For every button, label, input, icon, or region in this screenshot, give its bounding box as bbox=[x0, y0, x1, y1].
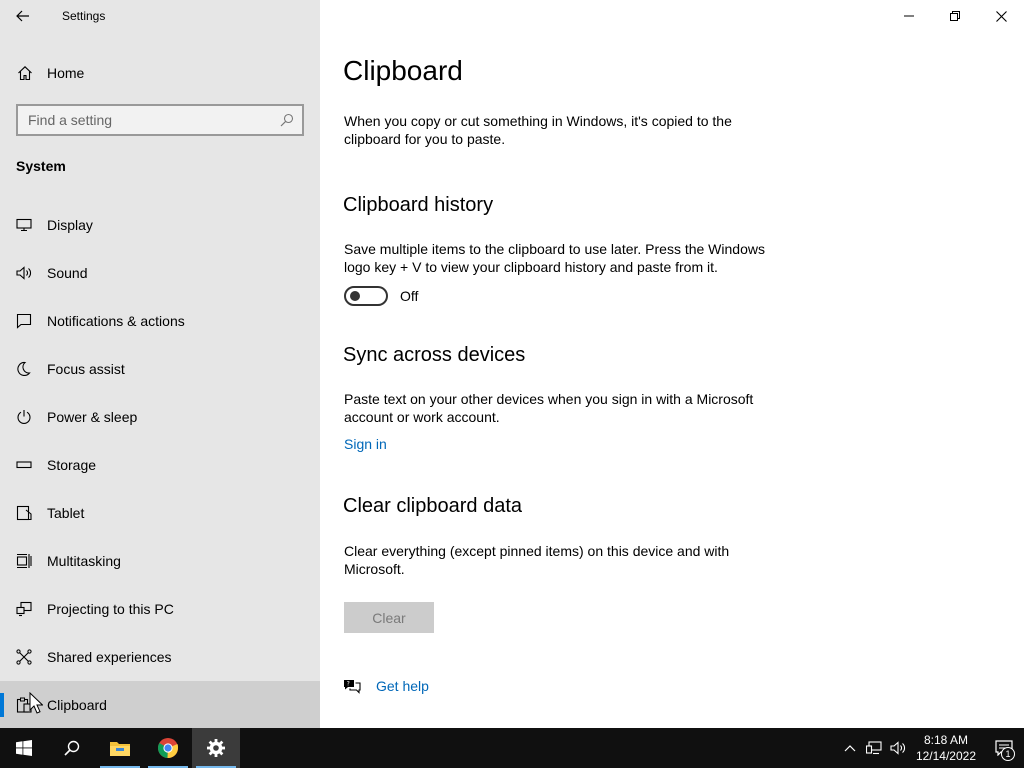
sidebar-item-label: Shared experiences bbox=[47, 649, 172, 665]
svg-text:?: ? bbox=[347, 681, 350, 688]
display-icon bbox=[15, 216, 33, 234]
mouse-cursor-icon bbox=[29, 692, 43, 714]
sidebar-item-projecting[interactable]: Projecting to this PC bbox=[0, 585, 320, 633]
sidebar-item-storage[interactable]: Storage bbox=[0, 441, 320, 489]
sidebar-item-shared-experiences[interactable]: Shared experiences bbox=[0, 633, 320, 681]
page-title: Clipboard bbox=[343, 55, 463, 86]
get-help-link[interactable]: ? Get help bbox=[342, 676, 429, 696]
home-icon bbox=[17, 65, 33, 81]
sign-in-link[interactable]: Sign in bbox=[344, 436, 387, 452]
get-help-label: Get help bbox=[376, 678, 429, 694]
clock-time: 8:18 AM bbox=[923, 733, 968, 747]
sync-description: Paste text on your other devices when yo… bbox=[344, 391, 754, 425]
sidebar-item-clipboard[interactable]: Clipboard bbox=[0, 681, 320, 729]
sidebar-item-label: Home bbox=[47, 65, 85, 81]
search-box[interactable] bbox=[16, 104, 304, 136]
sidebar-item-label: Sound bbox=[47, 265, 88, 281]
sidebar-item-label: Focus assist bbox=[47, 361, 125, 377]
system-tray: 8:18 AM 12/14/2022 1 bbox=[838, 728, 1024, 768]
search-input[interactable] bbox=[28, 112, 272, 128]
restore-button[interactable] bbox=[932, 0, 978, 32]
notifications-icon bbox=[15, 312, 33, 330]
settings-button[interactable] bbox=[192, 728, 240, 768]
sidebar-item-home[interactable]: Home bbox=[0, 55, 320, 91]
help-chat-icon: ? bbox=[342, 676, 362, 696]
chevron-up-icon bbox=[844, 745, 856, 752]
section-title: System bbox=[16, 158, 66, 174]
start-button[interactable] bbox=[0, 728, 48, 768]
app-title: Settings bbox=[62, 9, 106, 23]
action-center-button[interactable]: 1 bbox=[984, 728, 1024, 768]
taskbar: 8:18 AM 12/14/2022 1 bbox=[0, 728, 1024, 768]
sidebar-item-label: Clipboard bbox=[47, 697, 107, 713]
intro-text: When you copy or cut something in Window… bbox=[344, 113, 732, 147]
power-icon bbox=[15, 408, 33, 426]
sidebar-item-label: Multitasking bbox=[47, 553, 121, 569]
sidebar-item-tablet[interactable]: Tablet bbox=[0, 489, 320, 537]
projecting-icon bbox=[15, 600, 33, 618]
clear-button[interactable]: Clear bbox=[344, 602, 434, 633]
network-icon bbox=[865, 741, 882, 755]
sidebar: Settings Home System Display Sound bbox=[0, 0, 320, 729]
clipboard-history-toggle[interactable] bbox=[344, 286, 388, 306]
file-explorer-icon bbox=[110, 742, 130, 756]
sidebar-nav: Display Sound Notifications & actions Fo… bbox=[0, 201, 320, 729]
sidebar-item-notifications[interactable]: Notifications & actions bbox=[0, 297, 320, 345]
taskbar-clock[interactable]: 8:18 AM 12/14/2022 bbox=[916, 732, 976, 764]
focus-assist-icon bbox=[15, 360, 33, 378]
clear-data-heading: Clear clipboard data bbox=[343, 495, 522, 517]
start-icon bbox=[16, 740, 32, 756]
volume-icon bbox=[890, 741, 905, 755]
minimize-button[interactable] bbox=[886, 0, 932, 32]
sidebar-item-label: Notifications & actions bbox=[47, 313, 185, 329]
sidebar-item-label: Tablet bbox=[47, 505, 85, 521]
restore-icon bbox=[950, 11, 960, 21]
chrome-button[interactable] bbox=[144, 728, 192, 768]
back-button[interactable] bbox=[0, 0, 46, 32]
sidebar-item-sound[interactable]: Sound bbox=[0, 249, 320, 297]
search-icon[interactable] bbox=[272, 113, 302, 127]
settings-icon bbox=[207, 739, 225, 757]
clear-data-description: Clear everything (except pinned items) o… bbox=[344, 543, 730, 577]
file-explorer-button[interactable] bbox=[96, 728, 144, 768]
toggle-state-label: Off bbox=[400, 288, 419, 304]
sidebar-item-label: Projecting to this PC bbox=[47, 601, 174, 617]
clipboard-history-toggle-row: Off bbox=[344, 286, 418, 306]
clipboard-history-heading: Clipboard history bbox=[343, 194, 494, 216]
toggle-knob bbox=[350, 291, 360, 301]
window-controls bbox=[886, 0, 1024, 32]
volume-button[interactable] bbox=[886, 728, 910, 768]
clock-date: 12/14/2022 bbox=[915, 749, 976, 763]
sidebar-item-label: Display bbox=[47, 217, 93, 233]
sidebar-item-power-sleep[interactable]: Power & sleep bbox=[0, 393, 320, 441]
sync-heading: Sync across devices bbox=[343, 344, 526, 366]
notification-count-badge: 1 bbox=[1001, 747, 1015, 761]
sidebar-item-display[interactable]: Display bbox=[0, 201, 320, 249]
main-content: Clipboard When you copy or cut something… bbox=[320, 0, 1024, 728]
close-icon bbox=[995, 10, 1007, 22]
sidebar-item-focus-assist[interactable]: Focus assist bbox=[0, 345, 320, 393]
storage-icon bbox=[15, 456, 33, 474]
multitasking-icon bbox=[15, 552, 33, 570]
clipboard-history-description: Save multiple items to the clipboard to … bbox=[344, 241, 765, 275]
back-arrow-icon bbox=[16, 10, 29, 22]
taskbar-search-button[interactable] bbox=[48, 728, 96, 768]
search-icon bbox=[64, 740, 80, 756]
sidebar-item-multitasking[interactable]: Multitasking bbox=[0, 537, 320, 585]
tablet-icon bbox=[15, 504, 33, 522]
sound-icon bbox=[15, 264, 33, 282]
shared-experiences-icon bbox=[15, 648, 33, 666]
close-button[interactable] bbox=[978, 0, 1024, 32]
chrome-icon bbox=[157, 738, 179, 759]
sidebar-item-label: Storage bbox=[47, 457, 97, 473]
show-hidden-icons-button[interactable] bbox=[838, 728, 862, 768]
title-bar: Settings bbox=[0, 0, 320, 32]
minimize-icon bbox=[904, 15, 914, 17]
sidebar-item-label: Power & sleep bbox=[47, 409, 138, 425]
network-button[interactable] bbox=[862, 728, 886, 768]
